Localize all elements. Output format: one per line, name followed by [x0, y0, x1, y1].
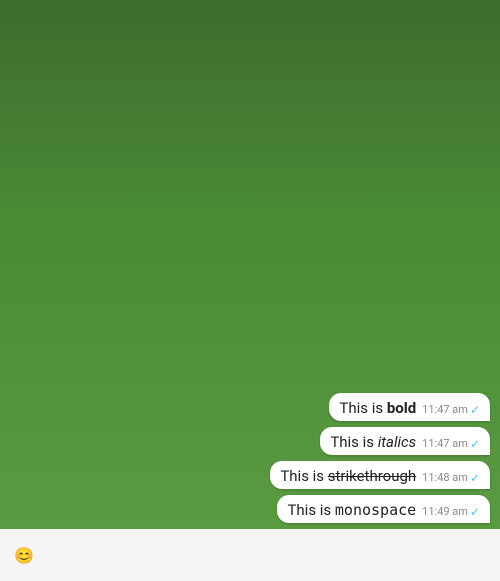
message-text-bold: This is bold — [339, 399, 416, 417]
message-text-mono: This is monospace — [287, 501, 416, 519]
check-icon-4: ✓ — [470, 505, 480, 519]
input-bar: 😊 — [0, 529, 500, 581]
message-text-italic: This is italics — [330, 433, 416, 451]
check-icon-3: ✓ — [470, 471, 480, 485]
message-text-strike: This is strikethrough — [280, 467, 416, 485]
message-strike: This is strikethrough 11:48 am ✓ — [270, 461, 490, 489]
message-time-1: 11:47 am — [422, 403, 468, 416]
chat-area: This is bold 11:47 am ✓ This is italics … — [0, 0, 500, 529]
message-time-3: 11:48 am — [422, 471, 468, 484]
message-meta-1: 11:47 am ✓ — [422, 403, 480, 417]
message-mono: This is monospace 11:49 am ✓ — [277, 495, 490, 523]
emoji-button[interactable]: 😊 — [8, 539, 40, 571]
message-meta-2: 11:47 am ✓ — [422, 437, 480, 451]
check-icon-2: ✓ — [470, 437, 480, 451]
message-italic: This is italics 11:47 am ✓ — [320, 427, 490, 455]
message-time-2: 11:47 am — [422, 437, 468, 450]
message-meta-4: 11:49 am ✓ — [422, 505, 480, 519]
message-meta-3: 11:48 am ✓ — [422, 471, 480, 485]
message-bold: This is bold 11:47 am ✓ — [329, 393, 490, 421]
check-icon-1: ✓ — [470, 403, 480, 417]
emoji-icon: 😊 — [14, 546, 34, 565]
message-time-4: 11:49 am — [422, 505, 468, 518]
